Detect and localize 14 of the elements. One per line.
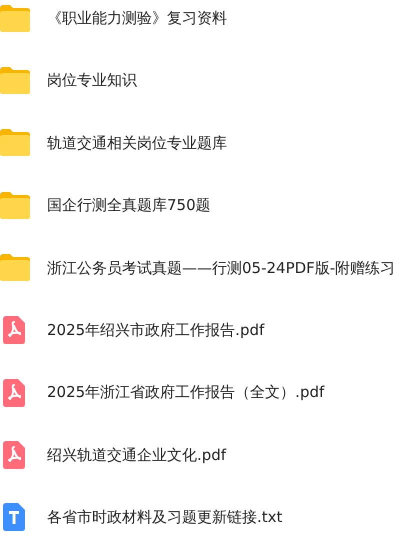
file-name[interactable]: 国企行测全真题库750题 <box>47 194 211 217</box>
file-name[interactable]: 轨道交通相关岗位专业题库 <box>47 132 227 154</box>
file-name[interactable]: 绍兴轨道交通企业文化.pdf <box>47 444 226 466</box>
folder-icon <box>0 192 30 219</box>
file-name[interactable]: 岗位专业知识 <box>47 69 137 92</box>
file-name[interactable]: 各省市时政材料及习题更新链接.txt <box>47 506 282 529</box>
file-name[interactable]: 2025年浙江省政府工作报告（全文）.pdf <box>47 381 324 404</box>
folder-icon <box>0 129 30 156</box>
file-name[interactable]: 《职业能力测验》复习资料 <box>47 6 227 30</box>
file-name[interactable]: 浙江公务员考试真题——行测05-24PDF版-附赠练习 <box>47 256 396 279</box>
folder-icon <box>0 254 30 282</box>
folder-icon <box>0 67 30 94</box>
folder-icon <box>0 4 30 32</box>
file-name[interactable]: 2025年绍兴市政府工作报告.pdf <box>47 318 264 342</box>
